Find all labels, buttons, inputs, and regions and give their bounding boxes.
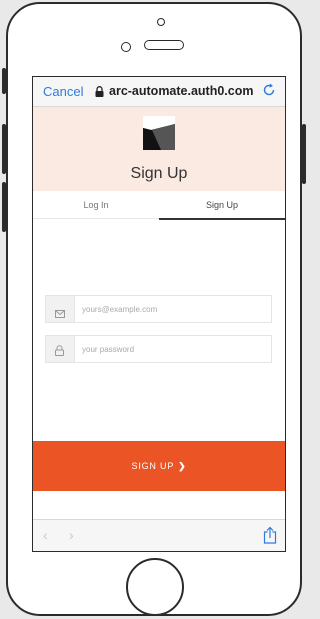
front-sensor (157, 18, 165, 26)
auth-header: Sign Up (33, 107, 285, 191)
active-tab-indicator (159, 218, 285, 220)
share-icon[interactable] (263, 526, 277, 544)
browser-address-bar: Cancel arc-automate.auth0.com (33, 77, 285, 107)
power-button (302, 124, 306, 184)
back-icon[interactable]: ‹ (43, 528, 55, 542)
sign-up-button[interactable]: SIGN UP ❯ (33, 441, 285, 491)
password-input[interactable] (82, 336, 262, 362)
forward-icon[interactable]: › (69, 528, 81, 542)
envelope-icon (55, 305, 65, 323)
email-field (45, 295, 272, 323)
earpiece-speaker (144, 40, 184, 50)
tab-sign-up[interactable]: Sign Up (159, 191, 285, 219)
auth-tabs: Log In Sign Up (33, 191, 285, 220)
browser-toolbar: ‹ › (33, 519, 285, 551)
page-title: Sign Up (130, 165, 188, 182)
url-display[interactable]: arc-automate.auth0.com (95, 84, 253, 98)
volume-down-button (2, 182, 6, 232)
screen: Cancel arc-automate.auth0.com Sign Up Lo… (32, 76, 286, 552)
tab-divider (33, 218, 159, 219)
tab-log-in[interactable]: Log In (33, 191, 159, 219)
email-input[interactable] (82, 296, 262, 322)
volume-up-button (2, 124, 6, 174)
password-field (45, 335, 272, 363)
email-icon-box (46, 296, 75, 322)
cancel-button[interactable]: Cancel (43, 84, 83, 99)
mute-switch (2, 68, 6, 94)
brand-logo (143, 116, 175, 150)
lock-icon (95, 85, 104, 97)
url-text: arc-automate.auth0.com (109, 84, 254, 98)
refresh-icon[interactable] (261, 82, 277, 98)
chevron-right-icon: ❯ (178, 460, 187, 471)
front-camera (121, 42, 131, 52)
sign-up-label: SIGN UP (131, 461, 175, 471)
password-icon-box (46, 336, 75, 362)
home-button[interactable] (126, 558, 184, 616)
phone-frame: Cancel arc-automate.auth0.com Sign Up Lo… (2, 2, 306, 616)
lock-icon (55, 343, 64, 361)
